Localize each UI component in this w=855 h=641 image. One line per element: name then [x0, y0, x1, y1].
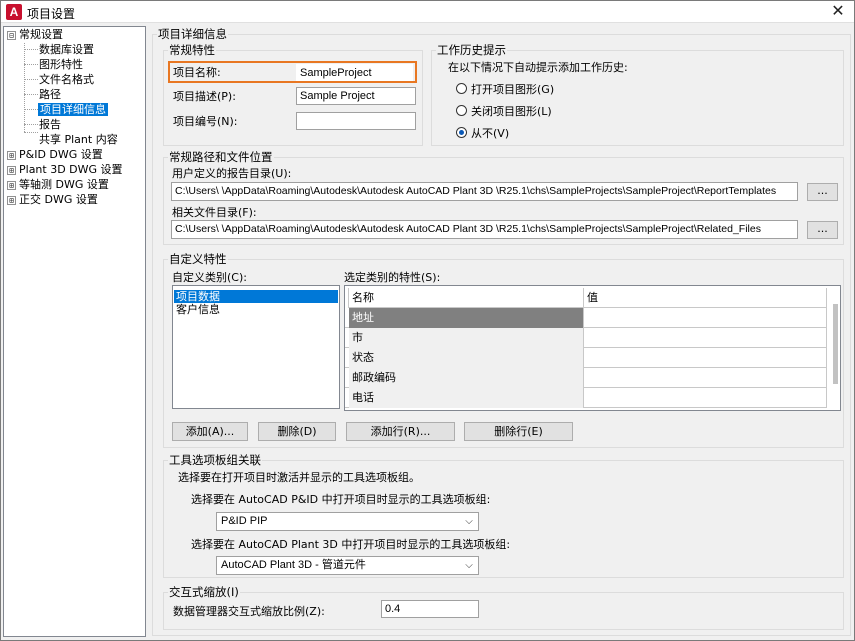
- custom-category-label: 自定义类别(C):: [172, 271, 247, 284]
- add-row-button[interactable]: 添加行(R)...: [346, 422, 455, 441]
- related-dir-label: 相关文件目录(F):: [172, 206, 257, 219]
- properties-grid[interactable]: 名称 值 地址 市 状态 邮政编码 电话: [344, 285, 841, 411]
- pid-palette-label: 选择要在 AutoCAD P&ID 中打开项目时显示的工具选项板组:: [191, 493, 491, 506]
- collapse-icon[interactable]: ⊟: [7, 30, 16, 40]
- plant3d-palette-label: 选择要在 AutoCAD Plant 3D 中打开项目时显示的工具选项板组:: [191, 538, 511, 551]
- project-number-label: 项目编号(N):: [173, 115, 238, 128]
- autocad-app-icon: A: [6, 4, 22, 20]
- expand-icon[interactable]: ⊞: [7, 165, 16, 175]
- table-row[interactable]: 邮政编码: [345, 368, 827, 388]
- project-desc-label: 项目描述(P):: [173, 90, 236, 103]
- tree-item-iso-dwg-settings[interactable]: ⊞ 等轴测 DWG 设置: [7, 177, 109, 192]
- work-history-subtitle: 在以下情况下自动提示添加工作历史:: [448, 61, 628, 74]
- tree-item-shared-plant-content[interactable]: 共享 Plant 内容: [39, 132, 118, 147]
- tree-item-database-settings[interactable]: 数据库设置: [39, 42, 94, 57]
- browse-report-dir-button[interactable]: ...: [807, 183, 838, 201]
- section-title: 项目详细信息: [157, 26, 228, 42]
- tree-item-ortho-dwg-settings[interactable]: ⊞ 正交 DWG 设置: [7, 192, 98, 207]
- row-value-cell[interactable]: [584, 368, 827, 388]
- related-dir-input[interactable]: C:\Users\ \AppData\Roaming\Autodesk\Auto…: [171, 220, 798, 239]
- report-dir-label: 用户定义的报告目录(U):: [172, 167, 292, 180]
- zoom-scale-label: 数据管理器交互式缩放比例(Z):: [173, 605, 325, 618]
- project-desc-input[interactable]: Sample Project: [296, 87, 416, 105]
- delete-row-button[interactable]: 删除行(E): [464, 422, 573, 441]
- settings-tree[interactable]: ⊟ 常规设置 数据库设置 图形特性 文件名格式 路径 项目详细信息 报告 共享 P…: [3, 26, 146, 637]
- expand-icon[interactable]: ⊞: [7, 180, 16, 190]
- category-item[interactable]: 客户信息: [174, 303, 222, 316]
- row-name-cell[interactable]: 邮政编码: [349, 368, 584, 388]
- column-value-header: 值: [584, 288, 827, 308]
- radio-close-drawing[interactable]: 关闭项目图形(L): [456, 103, 552, 119]
- project-settings-window: A 项目设置 ✕ ⊟ 常规设置 数据库设置 图形特性 文件名格式 路径 项目详细信…: [0, 0, 855, 641]
- tree-item-pid-dwg-settings[interactable]: ⊞ P&ID DWG 设置: [7, 147, 103, 162]
- project-number-input[interactable]: [296, 112, 416, 130]
- radio-never[interactable]: 从不(V): [456, 125, 509, 141]
- tree-item-project-details[interactable]: 项目详细信息: [38, 102, 108, 117]
- expand-icon[interactable]: ⊞: [7, 150, 16, 160]
- chevron-down-icon: ⌵: [465, 560, 473, 571]
- row-value-cell[interactable]: [584, 348, 827, 368]
- category-item[interactable]: 项目数据: [174, 290, 338, 303]
- chevron-down-icon: ⌵: [465, 516, 473, 527]
- work-history-title: 工作历史提示: [436, 42, 507, 58]
- tree-item-drawing-properties[interactable]: 图形特性: [39, 57, 83, 72]
- general-properties-title: 常规特性: [168, 42, 216, 58]
- zoom-scale-input[interactable]: 0.4: [381, 600, 479, 618]
- grid-header: 名称 值: [345, 288, 827, 308]
- title-bar: A 项目设置 ✕: [1, 1, 854, 23]
- delete-category-button[interactable]: 删除(D): [258, 422, 336, 441]
- tree-item-reports[interactable]: 报告: [39, 117, 61, 132]
- tree-item-plant3d-dwg-settings[interactable]: ⊞ Plant 3D DWG 设置: [7, 162, 123, 177]
- tool-palette-desc: 选择要在打开项目时激活并显示的工具选项板组。: [178, 471, 420, 484]
- table-row[interactable]: 状态: [345, 348, 827, 368]
- expand-icon[interactable]: ⊞: [7, 195, 16, 205]
- radio-circle: [456, 83, 467, 94]
- row-name-cell[interactable]: 市: [349, 328, 584, 348]
- table-row[interactable]: 市: [345, 328, 827, 348]
- custom-properties-title: 自定义特性: [168, 251, 228, 267]
- browse-related-dir-button[interactable]: ...: [807, 221, 838, 239]
- row-value-cell[interactable]: [584, 388, 827, 408]
- table-row[interactable]: 地址: [345, 308, 827, 328]
- paths-title: 常规路径和文件位置: [168, 149, 274, 165]
- column-name-header: 名称: [349, 288, 584, 308]
- row-name-cell[interactable]: 电话: [349, 388, 584, 408]
- project-name-input[interactable]: SampleProject: [296, 64, 413, 81]
- interactive-zoom-title: 交互式缩放(I): [168, 584, 240, 600]
- row-name-cell[interactable]: 地址: [349, 308, 584, 328]
- pid-palette-select[interactable]: P&ID PIP ⌵: [216, 512, 479, 531]
- plant3d-palette-select[interactable]: AutoCAD Plant 3D - 管道元件 ⌵: [216, 556, 479, 575]
- tree-item-file-name-format[interactable]: 文件名格式: [39, 72, 94, 87]
- radio-circle-checked: [456, 127, 467, 138]
- project-name-label: 项目名称:: [173, 66, 221, 79]
- report-dir-input[interactable]: C:\Users\ \AppData\Roaming\Autodesk\Auto…: [171, 182, 798, 201]
- row-value-cell[interactable]: [584, 308, 827, 328]
- window-title: 项目设置: [27, 7, 76, 21]
- category-props-label: 选定类别的特性(S):: [344, 271, 441, 284]
- tool-palette-title: 工具选项板组关联: [168, 452, 262, 468]
- tree-item-paths[interactable]: 路径: [39, 87, 61, 102]
- row-value-cell[interactable]: [584, 328, 827, 348]
- grid-scrollbar[interactable]: [833, 304, 838, 384]
- close-button[interactable]: ✕: [826, 2, 850, 22]
- table-row[interactable]: 电话: [345, 388, 827, 408]
- row-name-cell[interactable]: 状态: [349, 348, 584, 368]
- tree-item-general-settings[interactable]: ⊟ 常规设置: [7, 27, 63, 42]
- custom-category-list[interactable]: 项目数据 客户信息: [172, 285, 340, 409]
- radio-circle: [456, 105, 467, 116]
- radio-open-drawing[interactable]: 打开项目图形(G): [456, 81, 554, 97]
- add-category-button[interactable]: 添加(A)...: [172, 422, 248, 441]
